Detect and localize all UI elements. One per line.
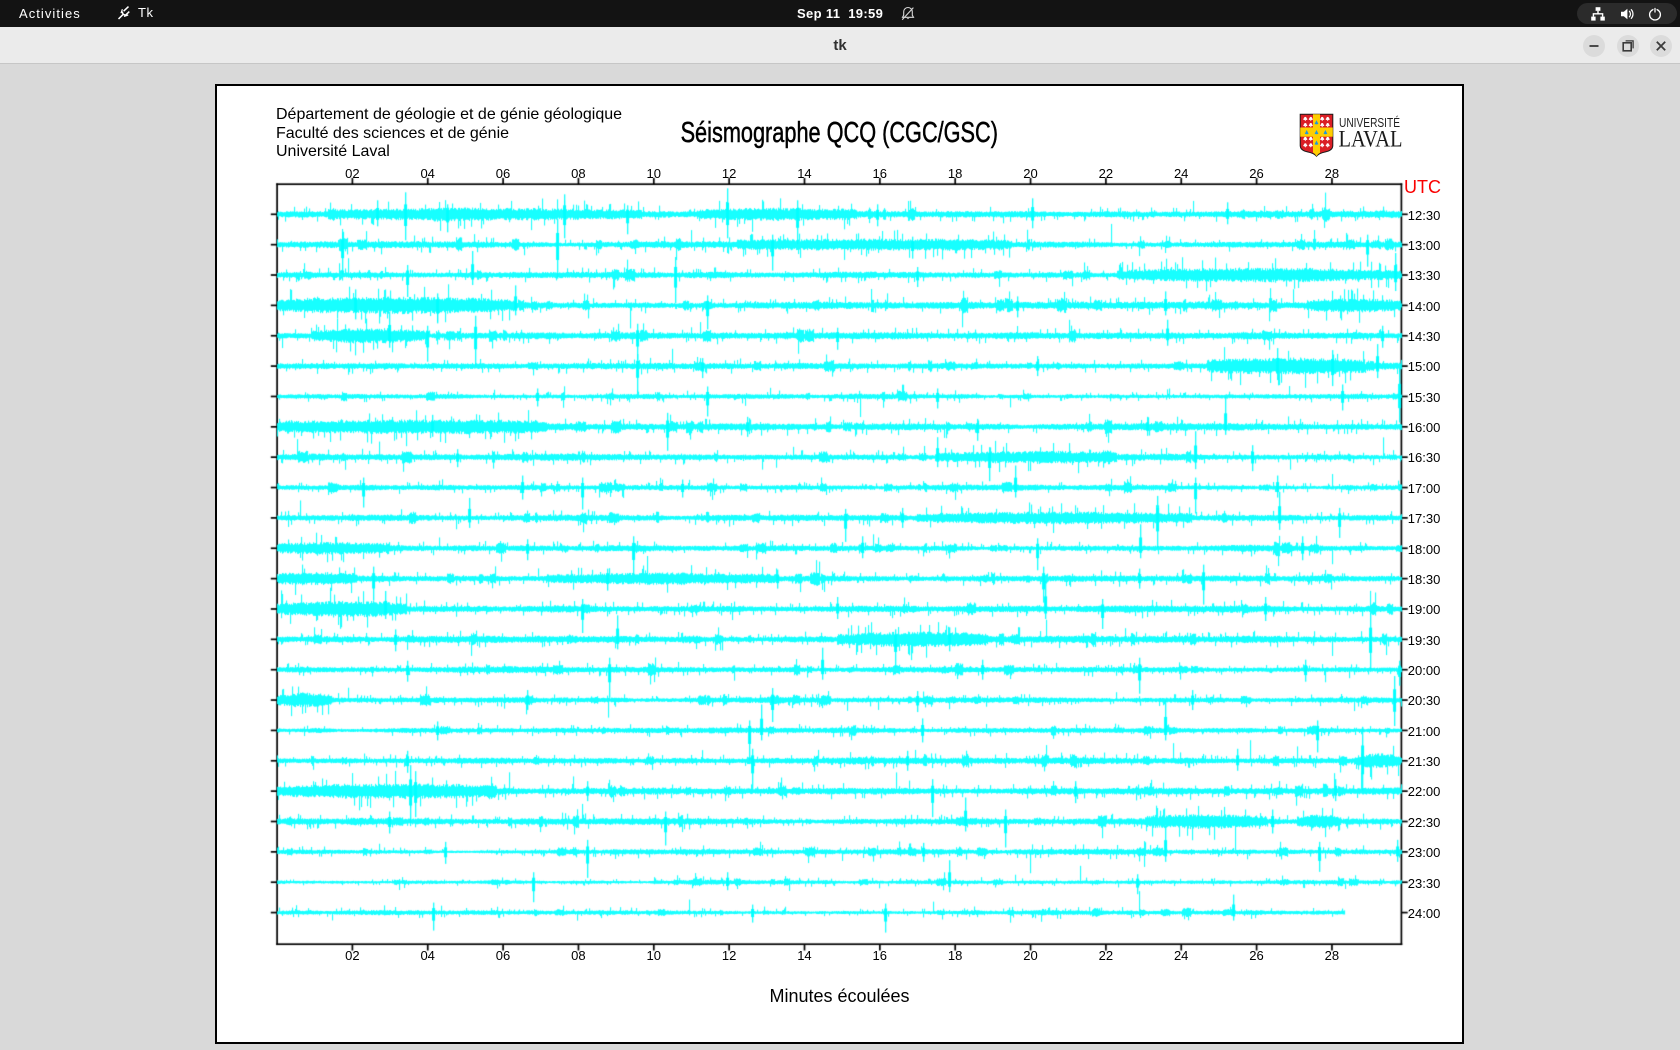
svg-text:LAVAL: LAVAL: [1339, 126, 1403, 151]
